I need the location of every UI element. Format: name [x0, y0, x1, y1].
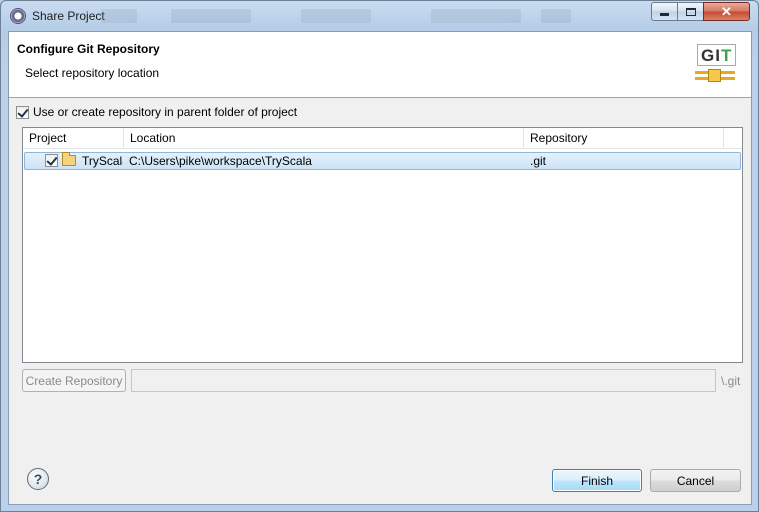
close-button[interactable]: ✕: [703, 2, 750, 21]
use-parent-label: Use or create repository in parent folde…: [33, 105, 298, 119]
use-parent-option[interactable]: Use or create repository in parent folde…: [16, 105, 297, 119]
maximize-icon: [685, 7, 696, 16]
close-icon: ✕: [721, 3, 732, 19]
finish-button[interactable]: Finish: [552, 469, 642, 492]
table-row[interactable]: TryScala C:\Users\pike\workspace\TryScal…: [24, 152, 741, 170]
git-suffix-label: \.git: [721, 374, 741, 388]
row-location: C:\Users\pike\workspace\TryScala: [129, 154, 312, 168]
column-header-filler: [724, 128, 742, 149]
table-header: Project Location Repository: [23, 128, 742, 149]
column-header-project[interactable]: Project: [23, 128, 124, 149]
project-folder-icon: [62, 152, 76, 166]
column-header-location[interactable]: Location: [124, 128, 524, 149]
window-title: Share Project: [32, 9, 105, 23]
dialog-window: Share Project ✕ Configure Git Repository…: [0, 0, 759, 512]
projects-table[interactable]: Project Location Repository TryScala C:\…: [22, 127, 743, 363]
minimize-button[interactable]: [651, 2, 678, 21]
git-logo-bars: [695, 69, 735, 83]
cancel-button[interactable]: Cancel: [650, 469, 741, 492]
page-title: Configure Git Repository: [17, 42, 160, 56]
dialog-client-area: Configure Git Repository Select reposito…: [8, 31, 752, 505]
git-logo-icon: GIT: [695, 44, 737, 86]
repository-path-input[interactable]: [131, 369, 716, 392]
row-checkbox[interactable]: [45, 154, 58, 167]
create-repository-button[interactable]: Create Repository: [22, 369, 126, 392]
page-description: Select repository location: [25, 66, 160, 80]
column-header-repository[interactable]: Repository: [524, 128, 724, 149]
title-bar[interactable]: Share Project ✕: [1, 1, 758, 31]
minimize-icon: [660, 13, 669, 16]
row-repository: .git: [530, 154, 547, 168]
maximize-button[interactable]: [677, 2, 704, 21]
wizard-header: Configure Git Repository Select reposito…: [9, 32, 751, 98]
eclipse-icon: [10, 8, 26, 24]
row-project: TryScala: [82, 154, 123, 168]
help-icon[interactable]: ?: [27, 468, 49, 490]
use-parent-checkbox[interactable]: [16, 105, 29, 119]
background-window-tabs: [101, 7, 581, 25]
git-logo-text: GIT: [697, 44, 737, 66]
